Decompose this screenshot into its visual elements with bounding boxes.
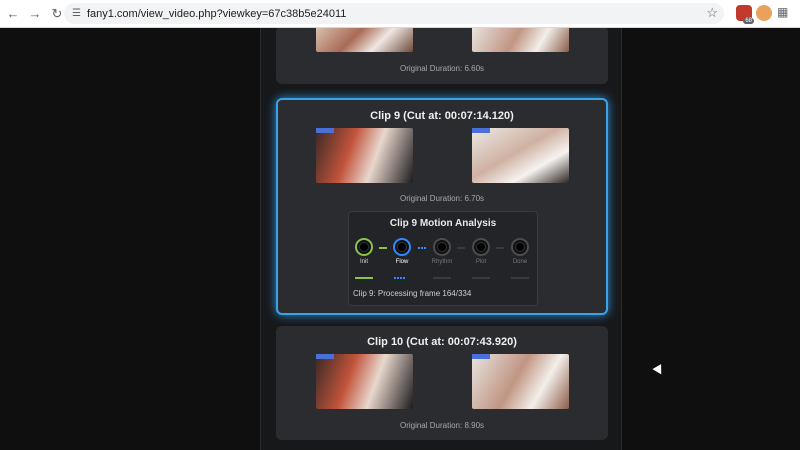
stage-label: Init bbox=[359, 259, 368, 265]
extension-icon[interactable]: 68 bbox=[736, 5, 754, 24]
stage-progress-bar bbox=[355, 277, 373, 279]
back-arrow-icon[interactable]: ← bbox=[2, 3, 24, 25]
stage-plot-icon bbox=[472, 238, 490, 256]
stage-connector bbox=[379, 247, 387, 249]
thumbnail-tag bbox=[316, 128, 334, 133]
stage-progress-bar bbox=[394, 277, 406, 279]
stage-flow-icon bbox=[393, 238, 411, 256]
processing-status: Clip 9: Processing frame 164/334 bbox=[353, 289, 472, 298]
browser-toolbar: ← → ↻ ☰ fany1.com/view_video.php?viewkey… bbox=[0, 0, 800, 28]
forward-arrow-icon[interactable]: → bbox=[24, 3, 46, 25]
url-text: fany1.com/view_video.php?viewkey=67c38b5… bbox=[86, 7, 347, 20]
clip-thumbnail-end[interactable] bbox=[472, 354, 569, 409]
extension-badge: 68 bbox=[743, 18, 754, 24]
stage-progress-bar bbox=[433, 277, 451, 279]
stage-done-icon bbox=[511, 238, 529, 256]
stage-done: Done bbox=[509, 238, 531, 265]
stage-connector bbox=[496, 247, 504, 249]
puzzle-extension-icon[interactable]: ▦ bbox=[777, 5, 793, 21]
stage-progress-bar bbox=[511, 277, 529, 279]
stage-label: Plot bbox=[475, 259, 487, 265]
stage-label: Flow bbox=[395, 259, 409, 265]
clip-thumbnail-start[interactable] bbox=[316, 354, 413, 409]
site-info-icon[interactable]: ☰ bbox=[72, 8, 81, 19]
clips-column: Original Duration: 6.60s Clip 9 (Cut at:… bbox=[260, 28, 622, 450]
clip-duration: Original Duration: 6.70s bbox=[399, 194, 485, 203]
clip-title: Clip 10 (Cut at: 00:07:43.920) bbox=[367, 336, 517, 348]
clip-card: Clip 10 (Cut at: 00:07:43.920) Original … bbox=[276, 326, 608, 440]
stage-rhythm: Rhythm bbox=[431, 238, 453, 265]
clip-title: Clip 9 (Cut at: 00:07:14.120) bbox=[370, 110, 514, 122]
clip-thumbnail-start[interactable] bbox=[316, 28, 413, 52]
mouse-cursor-icon bbox=[652, 364, 666, 377]
stage-plot: Plot bbox=[470, 238, 492, 265]
stage-label: Rhythm bbox=[431, 259, 453, 265]
address-bar[interactable]: ☰ fany1.com/view_video.php?viewkey=67c38… bbox=[64, 3, 724, 24]
stage-label: Done bbox=[512, 259, 528, 265]
stage-flow: Flow bbox=[391, 238, 413, 265]
stage-connector bbox=[418, 247, 426, 249]
stage-rhythm-icon bbox=[433, 238, 451, 256]
clip-thumbnail-start[interactable] bbox=[316, 128, 413, 183]
thumbnail-tag bbox=[316, 354, 334, 359]
clip-duration: Original Duration: 6.60s bbox=[399, 64, 485, 73]
motion-analysis-panel: Clip 9 Motion Analysis Init Flow Rhythm bbox=[348, 211, 538, 306]
clip-card: Original Duration: 6.60s bbox=[276, 28, 608, 84]
cookie-extension-icon[interactable] bbox=[756, 5, 772, 21]
stage-init-icon bbox=[355, 238, 373, 256]
page-content: Original Duration: 6.60s Clip 9 (Cut at:… bbox=[0, 28, 800, 450]
stage-init: Init bbox=[353, 238, 375, 265]
bookmark-star-icon[interactable]: ☆ bbox=[706, 5, 718, 21]
stage-connector bbox=[457, 247, 465, 249]
analysis-title: Clip 9 Motion Analysis bbox=[389, 218, 497, 229]
clip-card-active: Clip 9 (Cut at: 00:07:14.120) Original D… bbox=[276, 98, 608, 315]
thumbnail-tag bbox=[472, 128, 490, 133]
clip-thumbnail-end[interactable] bbox=[472, 128, 569, 183]
clip-thumbnail-end[interactable] bbox=[472, 28, 569, 52]
clip-duration: Original Duration: 8.90s bbox=[399, 421, 485, 430]
stage-progress-bar bbox=[472, 277, 490, 279]
thumbnail-tag bbox=[472, 354, 490, 359]
